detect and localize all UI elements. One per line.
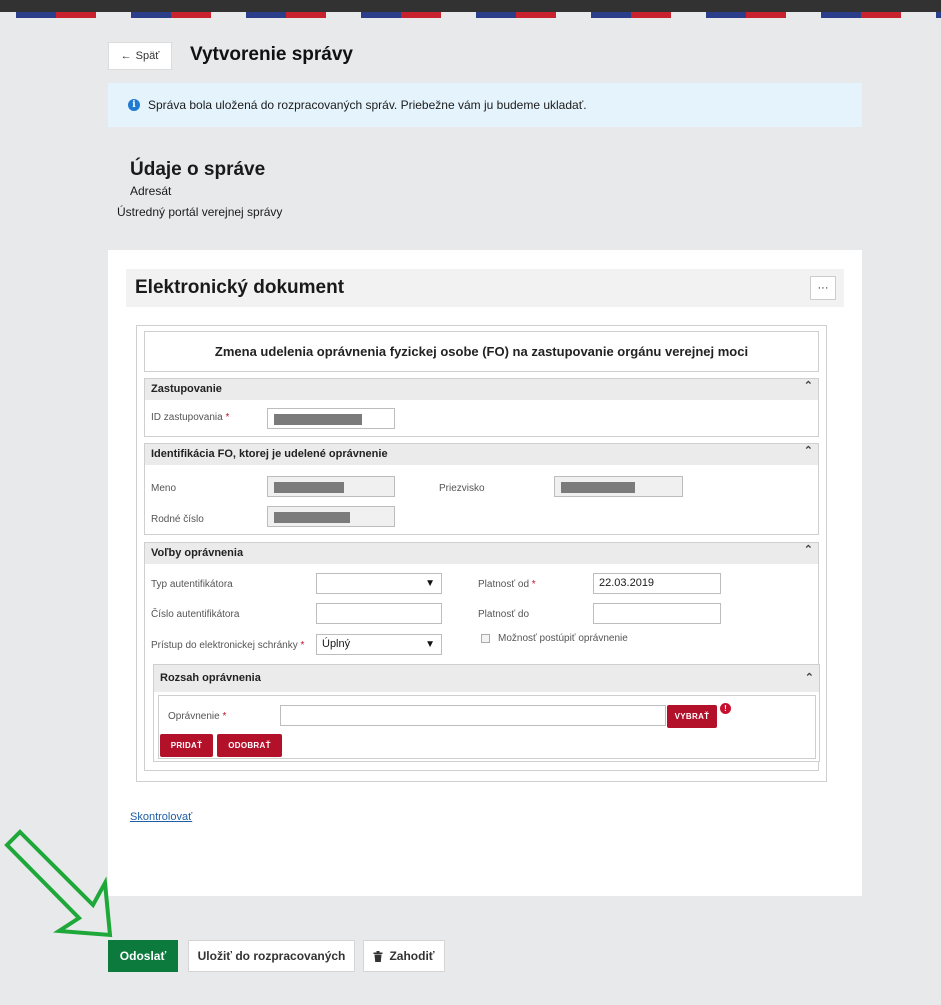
section-title: Zastupovanie [151,383,222,395]
annotation-arrow-icon [4,829,113,938]
back-button-label: Späť [135,50,160,62]
redacted-value [561,482,635,493]
remove-button[interactable]: ODOBRAŤ [217,734,282,757]
trash-icon [373,950,383,962]
section-identification: Identifikácia FO, ktorej je udelené oprá… [144,443,819,535]
error-icon: ! [720,703,731,714]
top-bar [0,0,941,12]
document-title: Elektronický dokument [135,277,345,298]
last-name-label: Priezvisko [439,483,485,494]
section-header: Voľby oprávnenia ⌃ [145,543,818,564]
section-header: Identifikácia FO, ktorej je udelené oprá… [145,444,818,465]
saved-notice-text: Správa bola uložená do rozpracovaných sp… [148,98,587,112]
valid-from-input[interactable]: 22.03.2019 [593,573,721,594]
page-title: Vytvorenie správy [190,44,353,65]
auth-type-label: Typ autentifikátora [151,579,233,590]
first-name-label: Meno [151,483,177,494]
form-title: Zmena udelenia oprávnenia fyzickej osobe… [144,331,819,372]
scope-inner: Oprávnenie * VYBRAŤ ! PRIDAŤ ODOBRAŤ [158,695,816,759]
delegate-label: Možnosť postúpiť oprávnenie [498,633,628,644]
mailbox-access-select[interactable]: Úplný ▼ [316,634,442,655]
redacted-value [274,414,362,425]
recipient-value: Ústredný portál verejnej správy [117,205,283,219]
redacted-value [274,482,344,493]
first-name-input[interactable] [267,476,395,497]
birth-number-label: Rodné číslo [151,514,204,525]
message-info-title: Údaje o správe [130,159,266,180]
add-button[interactable]: PRIDAŤ [160,734,213,757]
caret-up-icon[interactable]: ⌃ [804,376,813,397]
section-title: Identifikácia FO, ktorej je udelené oprá… [151,448,388,460]
section-scope: Rozsah oprávnenia ⌃ Oprávnenie * VYBRAŤ … [153,664,820,762]
dropdown-arrow-icon: ▼ [425,578,435,589]
info-icon: i [128,99,140,111]
section-representation: Zastupovanie ⌃ ID zastupovania * [144,378,819,437]
caret-up-icon[interactable]: ⌃ [805,665,814,692]
flag-stripes [0,12,941,18]
delegate-checkbox[interactable] [481,634,490,643]
caret-up-icon[interactable]: ⌃ [804,540,813,561]
dropdown-arrow-icon: ▼ [425,639,435,650]
id-input[interactable] [267,408,395,429]
valid-to-input[interactable] [593,603,721,624]
valid-from-label: Platnosť od * [478,579,536,590]
section-header: Zastupovanie ⌃ [145,379,818,400]
discard-button[interactable]: Zahodiť [363,940,445,972]
auth-number-label: Číslo autentifikátora [151,609,240,620]
send-button[interactable]: Odoslať [108,940,178,972]
form-container: Zmena udelenia oprávnenia fyzickej osobe… [136,325,827,782]
section-title: Voľby oprávnenia [151,547,244,559]
arrow-left-icon: ← [120,50,132,62]
document-header: Elektronický dokument ··· [126,269,844,307]
caret-up-icon[interactable]: ⌃ [804,441,813,462]
more-options-button[interactable]: ··· [810,276,836,300]
section-title: Rozsah oprávnenia [160,672,261,684]
recipient-label: Adresát [130,184,172,198]
check-link[interactable]: Skontrolovať [130,811,192,823]
document-panel: Elektronický dokument ··· Zmena udelenia… [108,250,862,896]
section-options: Voľby oprávnenia ⌃ Typ autentifikátora ▼… [144,542,820,771]
discard-button-label: Zahodiť [389,949,435,963]
permission-label: Oprávnenie * [168,711,227,722]
id-label: ID zastupovania * [151,412,230,423]
mailbox-access-label: Prístup do elektronickej schránky * [151,640,305,651]
redacted-value [274,512,350,523]
birth-number-input[interactable] [267,506,395,527]
permission-input[interactable] [280,705,666,726]
valid-to-label: Platnosť do [478,609,530,620]
auth-type-select[interactable]: ▼ [316,573,442,594]
auth-number-input[interactable] [316,603,442,624]
saved-notice: i Správa bola uložená do rozpracovaných … [108,83,862,127]
save-draft-button[interactable]: Uložiť do rozpracovaných [188,940,355,972]
select-button[interactable]: VYBRAŤ [667,705,717,728]
section-header: Rozsah oprávnenia ⌃ [154,665,819,692]
last-name-input[interactable] [554,476,683,497]
back-button[interactable]: ← Späť [108,42,172,70]
